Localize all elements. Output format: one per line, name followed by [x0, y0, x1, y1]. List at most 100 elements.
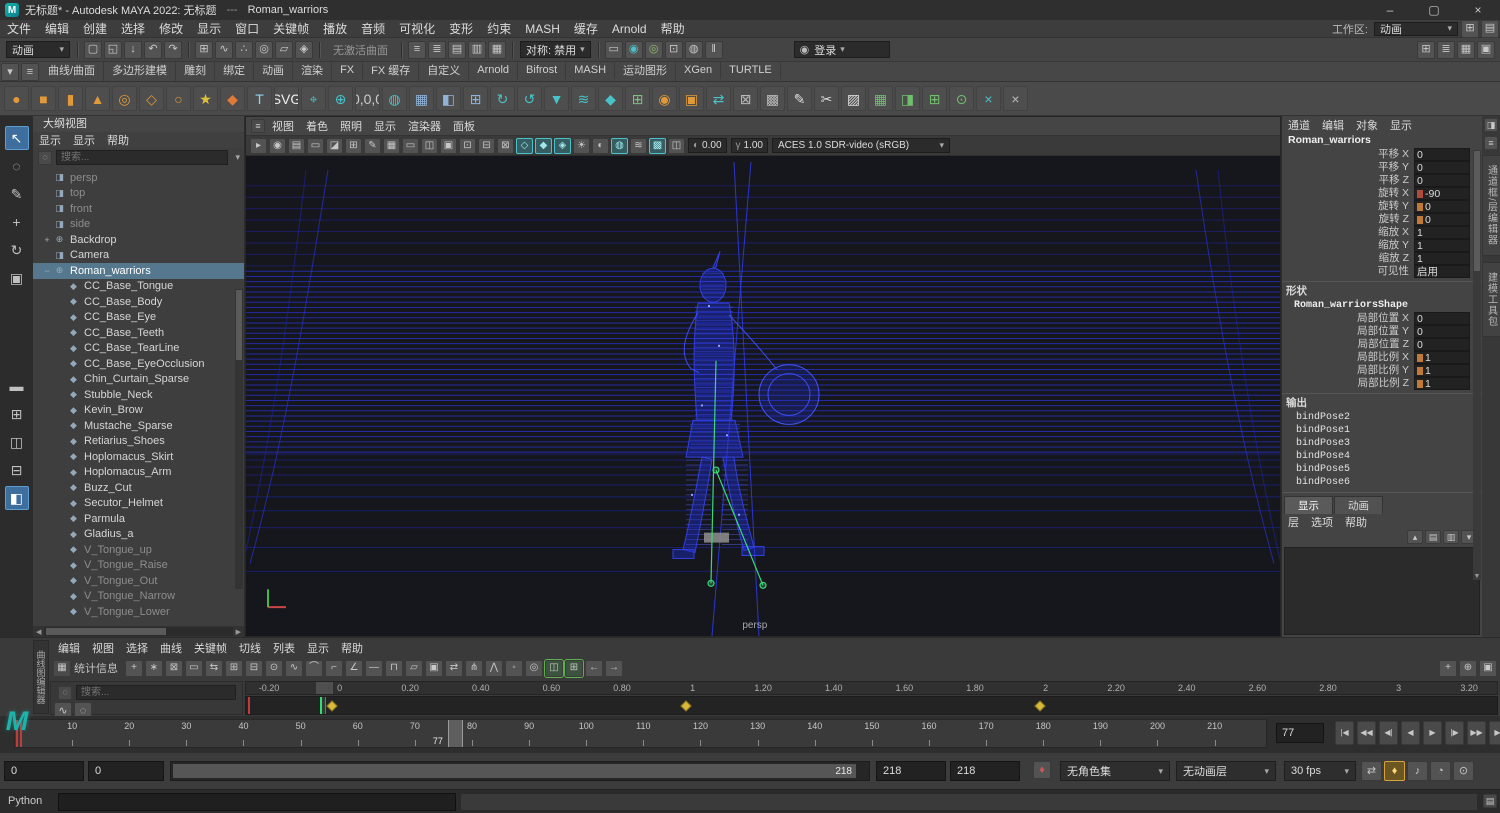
shelf-tab--[interactable]: 雕刻	[176, 60, 216, 81]
outliner-item-CC_Base_EyeOcclusion[interactable]: ◆ CC_Base_EyeOcclusion	[33, 356, 244, 372]
outliner-item-V_Tongue_up[interactable]: ◆ V_Tongue_up	[33, 542, 244, 558]
manipulator-handle[interactable]	[704, 532, 729, 543]
scroll-right-icon[interactable]: ▶	[233, 628, 244, 636]
value-snap-icon[interactable]: ⊞	[564, 658, 584, 678]
channel-name[interactable]: 局部位置 Y	[1282, 325, 1414, 338]
motion-blur-icon[interactable]: ≋	[630, 137, 647, 154]
layout-outliner-persp-icon[interactable]: ◧	[4, 486, 29, 510]
set-key-icon[interactable]: ♦	[1033, 761, 1051, 779]
graph-zoom-icon[interactable]: ⊕	[1459, 659, 1477, 677]
ipr-render-icon[interactable]: ◎	[644, 40, 663, 59]
outliner-item-Roman_warriors[interactable]: − ⊕ Roman_warriors	[33, 263, 244, 279]
fps-dropdown[interactable]: 30 fps ▾	[1284, 761, 1356, 781]
shelf-tab-menu-icon[interactable]: ▾	[1, 63, 19, 81]
channel-value-field[interactable]: 0	[1414, 312, 1470, 325]
shadows-icon[interactable]: ◐	[592, 137, 609, 154]
menu--[interactable]: 修改	[152, 20, 190, 37]
lock-tangent-weight-icon[interactable]: ◎	[525, 659, 543, 677]
minimize-button[interactable]: –	[1369, 0, 1411, 20]
menu--[interactable]: 变形	[442, 20, 480, 37]
channel-value-field[interactable]: 1	[1414, 364, 1470, 377]
layout-two-side-icon[interactable]: ◫	[5, 430, 29, 454]
move-to-origin-icon[interactable]: 0,0,0	[355, 86, 380, 111]
plateau-tangent-icon[interactable]: ▱	[405, 659, 423, 677]
swap-buffer-curve-icon[interactable]: ⇄	[445, 659, 463, 677]
make-live-icon[interactable]: ◈	[295, 40, 313, 59]
channel-name[interactable]: 缩放 Y	[1282, 239, 1414, 252]
step-tangent-icon[interactable]: ⊓	[385, 659, 403, 677]
channel-name[interactable]: 旋转 X	[1282, 187, 1414, 200]
paint-select-tool-icon[interactable]: ✎	[5, 182, 29, 206]
shelf-tab--[interactable]: 曲线/曲面	[40, 60, 105, 81]
channel-name[interactable]: 平移 X	[1282, 148, 1414, 161]
shelf-tab--[interactable]: 动画	[254, 60, 294, 81]
render-settings-icon[interactable]: ⊡	[664, 40, 683, 59]
outliner-item-Retiarius_Shoes[interactable]: ◆ Retiarius_Shoes	[33, 434, 244, 450]
snap-to-grid-icon[interactable]: ⊞	[195, 40, 213, 59]
channel-name[interactable]: 缩放 X	[1282, 226, 1414, 239]
time-snap-icon[interactable]: ◫	[544, 658, 564, 678]
output-node-bindPose3[interactable]: bindPose3	[1282, 437, 1482, 450]
animation-preferences-icon[interactable]: ⊙	[1453, 761, 1474, 781]
snap-to-projected-center-icon[interactable]: ◎	[255, 40, 273, 59]
graph-search-input[interactable]	[76, 685, 236, 700]
graph-menu--[interactable]: 关键帧	[188, 640, 233, 656]
channel-value-field[interactable]: -90	[1414, 187, 1470, 200]
fullscreen-icon[interactable]: ▣	[1477, 40, 1495, 59]
outliner-horizontal-scrollbar[interactable]: ◀ ▶	[33, 626, 244, 637]
channel-box-icon[interactable]: ▦	[488, 40, 506, 59]
exposure-field[interactable]: ◐ 0.00	[688, 138, 727, 153]
poly-extrude-icon[interactable]: ◧	[436, 86, 461, 111]
graph-pan-icon[interactable]: +	[1439, 659, 1457, 677]
graph-menu--[interactable]: 选择	[120, 640, 154, 656]
safe-action-icon[interactable]: ⊟	[478, 137, 495, 154]
open-scene-icon[interactable]: ◱	[104, 40, 122, 59]
shelf-tab-xgen[interactable]: XGen	[676, 62, 722, 79]
menu--[interactable]: 播放	[316, 20, 354, 37]
mute-sound-icon[interactable]: ♪	[1407, 761, 1428, 781]
menu--[interactable]: 可视化	[392, 20, 442, 37]
attribute-editor-icon[interactable]: ▤	[448, 40, 466, 59]
snap-to-point-icon[interactable]: ∴	[235, 40, 253, 59]
insert-keys-icon[interactable]: ∗	[145, 659, 163, 677]
outliner-item-CC_Base_Eye[interactable]: ◆ CC_Base_Eye	[33, 310, 244, 326]
outliner-item-V_Tongue_Narrow[interactable]: ◆ V_Tongue_Narrow	[33, 589, 244, 605]
menu--[interactable]: 约束	[480, 20, 518, 37]
select-tool-icon[interactable]: ↖	[4, 126, 29, 150]
grid-plus-icon[interactable]: ⊞	[625, 86, 650, 111]
filter-icon[interactable]: ◌	[38, 150, 52, 165]
save-scene-icon[interactable]: ↓	[124, 40, 142, 59]
menu--[interactable]: 缓存	[567, 20, 605, 37]
layout-four-pane-icon[interactable]: ⊞	[5, 402, 29, 426]
center-current-time-icon[interactable]: ⊙	[265, 659, 283, 677]
range-slider-groove[interactable]: 218	[170, 761, 870, 781]
pause-viewport-icon[interactable]: ‖	[704, 40, 723, 59]
anim-layer-dropdown[interactable]: 无动画层 ▾	[1176, 761, 1276, 781]
stats-grid-icon[interactable]: ▦	[53, 659, 71, 677]
channel-value-field[interactable]: 0	[1414, 325, 1470, 338]
menu-set-dropdown[interactable]: 动画 ▾	[6, 41, 70, 58]
outliner-item-V_Tongue_Out[interactable]: ◆ V_Tongue_Out	[33, 573, 244, 589]
pre-infinity-icon[interactable]: ←	[585, 659, 603, 677]
region-keys-icon[interactable]: ▭	[185, 659, 203, 677]
render-view-icon[interactable]: ▭	[604, 40, 623, 59]
viewport-panel[interactable]: ≡ 视图 着色 照明 显示 渲染器 面板 ▸ ◉ ▤ ▭ ◪ ⊞ ✎ ▦ ▭ ◫ ▣ ⊡ ⊟ ⊠ ◇ ◆ ◈ ☀ ◐ ◍ ≋ ▩ ◫ …	[245, 116, 1281, 637]
channel-name[interactable]: 旋转 Y	[1282, 200, 1414, 213]
camera-select-icon[interactable]: ▸	[250, 137, 267, 154]
shelf-tab--[interactable]: 多边形建模	[104, 60, 177, 81]
layer-menu--[interactable]: 层	[1282, 514, 1305, 530]
outliner-item-Parmula[interactable]: ◆ Parmula	[33, 511, 244, 527]
outliner-item-V_Tongue_Raise[interactable]: ◆ V_Tongue_Raise	[33, 558, 244, 574]
rotate-ccw-icon[interactable]: ↺	[517, 86, 542, 111]
maximize-button[interactable]: ▢	[1413, 0, 1455, 20]
retime-keys-icon[interactable]: ⇆	[205, 659, 223, 677]
graph-menu--[interactable]: 视图	[86, 640, 120, 656]
keyframe-marker[interactable]	[680, 700, 692, 712]
channel-name[interactable]: 局部位置 X	[1282, 312, 1414, 325]
play-backward-button[interactable]: ◀	[1401, 721, 1420, 745]
inputs-icon[interactable]: ≡	[408, 40, 426, 59]
outliner-item-Mustache_Sparse[interactable]: ◆ Mustache_Sparse	[33, 418, 244, 434]
resolution-gate-icon[interactable]: ◫	[421, 137, 438, 154]
keyframe-marker[interactable]	[326, 700, 338, 712]
shelf-tab-arnold[interactable]: Arnold	[469, 62, 519, 79]
